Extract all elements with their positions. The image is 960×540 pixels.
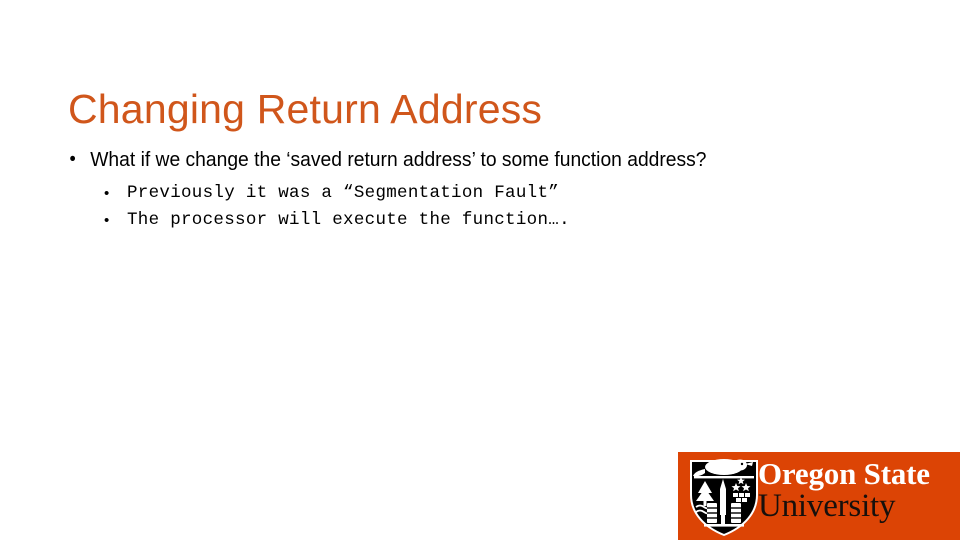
page-title: Changing Return Address — [68, 86, 543, 133]
logo-wordmark: Oregon State University — [758, 457, 960, 524]
bullet-marker-icon: • — [104, 212, 110, 229]
bullet-level1-text: What if we change the ‘saved return addr… — [90, 148, 707, 171]
osu-beaver-shield-icon — [688, 455, 760, 537]
bullet-marker-icon: • — [69, 149, 76, 170]
bullet-level1: • What if we change the ‘saved return ad… — [0, 146, 805, 173]
bullet-sublist: • Previously it was a “Segmentation Faul… — [0, 180, 960, 234]
logo-wordmark-line1: Oregon State — [758, 456, 930, 491]
bullet-level2-text: The processor will execute the function…… — [127, 210, 570, 230]
logo-wordmark-line2: University — [758, 488, 896, 524]
bullet-level2-item: • The processor will execute the functio… — [0, 207, 960, 234]
slide-body: • What if we change the ‘saved return ad… — [0, 146, 960, 234]
slide-canvas: Changing Return Address • What if we cha… — [0, 0, 960, 540]
bullet-level2-text: Previously it was a “Segmentation Fault” — [127, 183, 560, 203]
bullet-marker-icon: • — [104, 185, 110, 202]
bullet-level2-item: • Previously it was a “Segmentation Faul… — [0, 180, 960, 207]
oregon-state-university-logo: Oregon State University — [678, 452, 960, 540]
